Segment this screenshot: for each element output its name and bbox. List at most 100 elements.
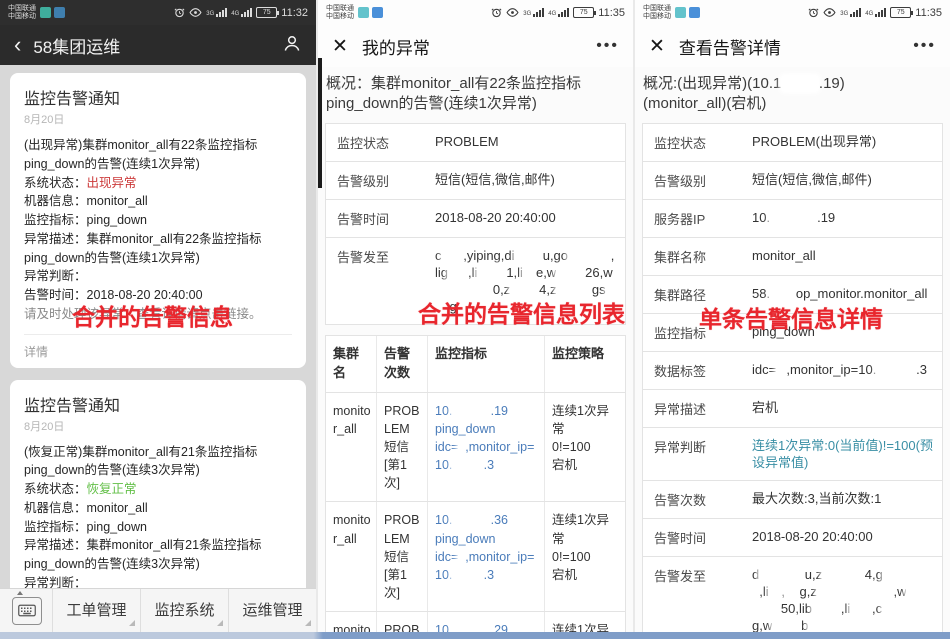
- notification-app-icon: [54, 7, 65, 18]
- screenshot-edge: [318, 58, 322, 188]
- bottom-blue-strip: [0, 632, 950, 639]
- menu-item-monitoring[interactable]: 监控系统: [140, 589, 228, 632]
- back-icon[interactable]: ‹: [14, 34, 21, 56]
- alert-field: 异常判断：: [24, 269, 87, 284]
- chat-title: 58集团运维: [33, 37, 121, 57]
- table-row: 异常描述 宕机: [643, 390, 942, 428]
- metric-link[interactable]: 10.160.12.19 ping_down idc=tt,monitor_ip…: [427, 392, 544, 502]
- anomaly-judgement-link[interactable]: 连续1次异常:0(当前值)!=100(预设异常值): [746, 428, 942, 480]
- status-bar: 中国联通 中国移动 3G 4G 75 11:32: [0, 0, 316, 25]
- alert-field: 异常描述：集群monitor_all有22条监控指标ping_down的告警(连…: [24, 231, 262, 265]
- notification-app-icon: [40, 7, 51, 18]
- three-screenshot-collage: 中国联通 中国移动 3G 4G 75 11:32 ‹ 58集团运维 监控告警通知…: [0, 0, 950, 639]
- alert-field: 机器信息：monitor_all: [24, 194, 148, 209]
- contact-icon[interactable]: [282, 33, 302, 58]
- notification-app-icon: [675, 7, 686, 18]
- alarm-clock-icon: [174, 8, 185, 18]
- signal-3g-icon: 3G: [840, 8, 862, 17]
- alert-field: 机器信息：monitor_all: [24, 500, 148, 515]
- redacted-server-ip: 10.160.202.19: [752, 209, 836, 225]
- carrier-label: 中国联通 中国移动: [8, 4, 36, 20]
- page-title: 查看告警详情: [678, 38, 781, 58]
- status-icons: 3G 4G 75 11:32: [174, 7, 308, 19]
- alert-card-date: 8月20日: [24, 114, 65, 126]
- table-row: 告警时间 2018-08-20 20:40:00: [326, 200, 625, 238]
- alert-card-title: 监控告警通知: [24, 91, 121, 108]
- table-row: 告警级别 短信(短信,微信,邮件): [643, 162, 942, 200]
- carrier-label: 中国联通 中国移动: [643, 4, 671, 20]
- menu-item-work-orders[interactable]: 工单管理: [52, 589, 140, 632]
- table-row: 告警次数 最大次数:3,当前次数:1: [643, 481, 942, 519]
- table-row: 服务器IP10.160.202.19: [643, 200, 942, 238]
- alert-summary: (恢复正常)集群monitor_all有21条监控指标ping_down的告警(…: [24, 444, 258, 478]
- status-bar: 中国联通 中国移动 3G 4G 75 11:35: [635, 0, 950, 25]
- alarm-clock-icon: [491, 8, 502, 18]
- battery-icon: 75: [573, 7, 597, 18]
- signal-4g-icon: 4G: [231, 8, 253, 17]
- close-icon[interactable]: ✕: [649, 35, 665, 58]
- page-nav-bar: ✕ 我的异常 •••: [318, 25, 633, 67]
- page-nav-bar: ✕ 查看告警详情 •••: [635, 25, 950, 67]
- signal-4g-icon: 4G: [548, 8, 570, 17]
- alert-summary: (出现异常)集群monitor_all有22条监控指标ping_down的告警(…: [24, 138, 258, 171]
- status-icons: 3G 4G 75 11:35: [808, 7, 942, 19]
- table-header-row: 集群名 告警次数 监控指标 监控策略: [326, 336, 625, 393]
- carrier-label: 中国联通 中国移动: [326, 4, 354, 20]
- table-row: monitor_all PROBLEM短信[第1次] 10.160.12.19 …: [326, 392, 625, 503]
- signal-3g-icon: 3G: [523, 8, 545, 17]
- annotation-merged-alert: 合并的告警信息: [72, 304, 233, 330]
- eye-icon: [506, 8, 519, 17]
- table-row: 监控状态 PROBLEM(出现异常): [643, 124, 942, 162]
- battery-icon: 75: [890, 7, 914, 18]
- alert-detail-screen: 中国联通 中国移动 3G 4G 75 11:35 ✕ 查看告警详情 ••• 概况:…: [635, 0, 950, 639]
- table-row: 告警级别 短信(短信,微信,邮件): [326, 162, 625, 200]
- chat-title-bar: ‹ 58集团运维: [0, 25, 316, 65]
- table-row: 集群名称 monitor_all: [643, 238, 942, 276]
- alert-card-date: 8月20日: [24, 420, 65, 433]
- keyboard-icon[interactable]: [12, 590, 42, 625]
- redacted-recipients: dingyuanu,zhangxu4,gongyang,ligy,uog,zha…: [746, 557, 942, 639]
- table-row: monitor_all PROBLEM短信[第1次] 10.160.12.36 …: [326, 502, 625, 613]
- annotation-merged-alert-list: 合并的告警信息列表: [418, 301, 625, 327]
- clock-time: 11:35: [598, 6, 625, 19]
- eye-icon: [189, 8, 202, 17]
- overview-text: 概况:(出现异常)(10.160.20.19) (monitor_all)(宕机…: [643, 75, 845, 113]
- annotation-single-alert-detail: 单条告警信息详情: [699, 306, 883, 332]
- overview-text: 概况：集群monitor_all有22条监控指标 ping_down的告警(连续…: [326, 75, 582, 113]
- eye-icon: [823, 8, 836, 17]
- table-row: 告警发至dingyuanu,zhangxu4,gongyang,ligy,uog…: [643, 557, 942, 639]
- chat-message-area: 监控告警通知 8月20日 (出现异常)集群monitor_all有22条监控指标…: [0, 65, 316, 639]
- clock-time: 11:35: [915, 6, 942, 19]
- battery-icon: 75: [256, 7, 280, 18]
- alert-field: 异常描述：集群monitor_all有21条监控指标ping_down的告警(连…: [24, 538, 262, 571]
- signal-4g-icon: 4G: [865, 8, 887, 17]
- system-status-value: 恢复正常: [86, 482, 137, 496]
- detail-link[interactable]: 详情: [24, 333, 292, 368]
- alarm-clock-icon: [808, 8, 819, 18]
- notification-app-icon: [358, 7, 369, 18]
- table-row: 异常判断 连续1次异常:0(当前值)!=100(预设异常值): [643, 428, 942, 481]
- more-menu-icon[interactable]: •••: [596, 37, 619, 55]
- wechat-chat-screen: 中国联通 中国移动 3G 4G 75 11:32 ‹ 58集团运维 监控告警通知…: [0, 0, 316, 639]
- menu-item-ops[interactable]: 运维管理: [228, 589, 316, 632]
- wechat-menu-bar: 工单管理 监控系统 运维管理: [0, 588, 316, 632]
- my-anomalies-screen: 中国联通 中国移动 3G 4G 75 11:35 ✕ 我的异常 ••• 概况：集群…: [318, 0, 633, 639]
- redacted-data-tag: idc=yf,monitor_ip=10.160.16.3: [752, 361, 927, 377]
- notification-app-icon: [372, 7, 383, 18]
- merged-alert-list-table: 集群名 告警次数 监控指标 监控策略 monitor_all PROBLEM短信…: [325, 335, 626, 639]
- table-row: 告警时间 2018-08-20 20:40:00: [643, 519, 942, 557]
- signal-3g-icon: 3G: [206, 8, 228, 17]
- more-menu-icon[interactable]: •••: [913, 37, 936, 55]
- alert-card-title: 监控告警通知: [24, 397, 121, 415]
- table-row: 监控状态 PROBLEM: [326, 124, 625, 162]
- page-title: 我的异常: [361, 38, 430, 58]
- alert-field: 监控指标：ping_down: [24, 213, 147, 227]
- metric-link[interactable]: 10.160.12.36 ping_down idc=tt,monitor_ip…: [427, 502, 544, 612]
- clock-time: 11:32: [281, 6, 308, 19]
- status-bar: 中国联通 中国移动 3G 4G 75 11:35: [318, 0, 633, 25]
- close-icon[interactable]: ✕: [332, 35, 348, 58]
- alert-detail-table: 监控状态 PROBLEM(出现异常) 告警级别 短信(短信,微信,邮件) 服务器IP…: [642, 122, 943, 639]
- system-status-value: 出现异常: [86, 175, 137, 190]
- alert-field: 系统状态：出现异常: [24, 175, 137, 190]
- table-row: 数据标签idc=yf,monitor_ip=10.160.16.3: [643, 352, 942, 390]
